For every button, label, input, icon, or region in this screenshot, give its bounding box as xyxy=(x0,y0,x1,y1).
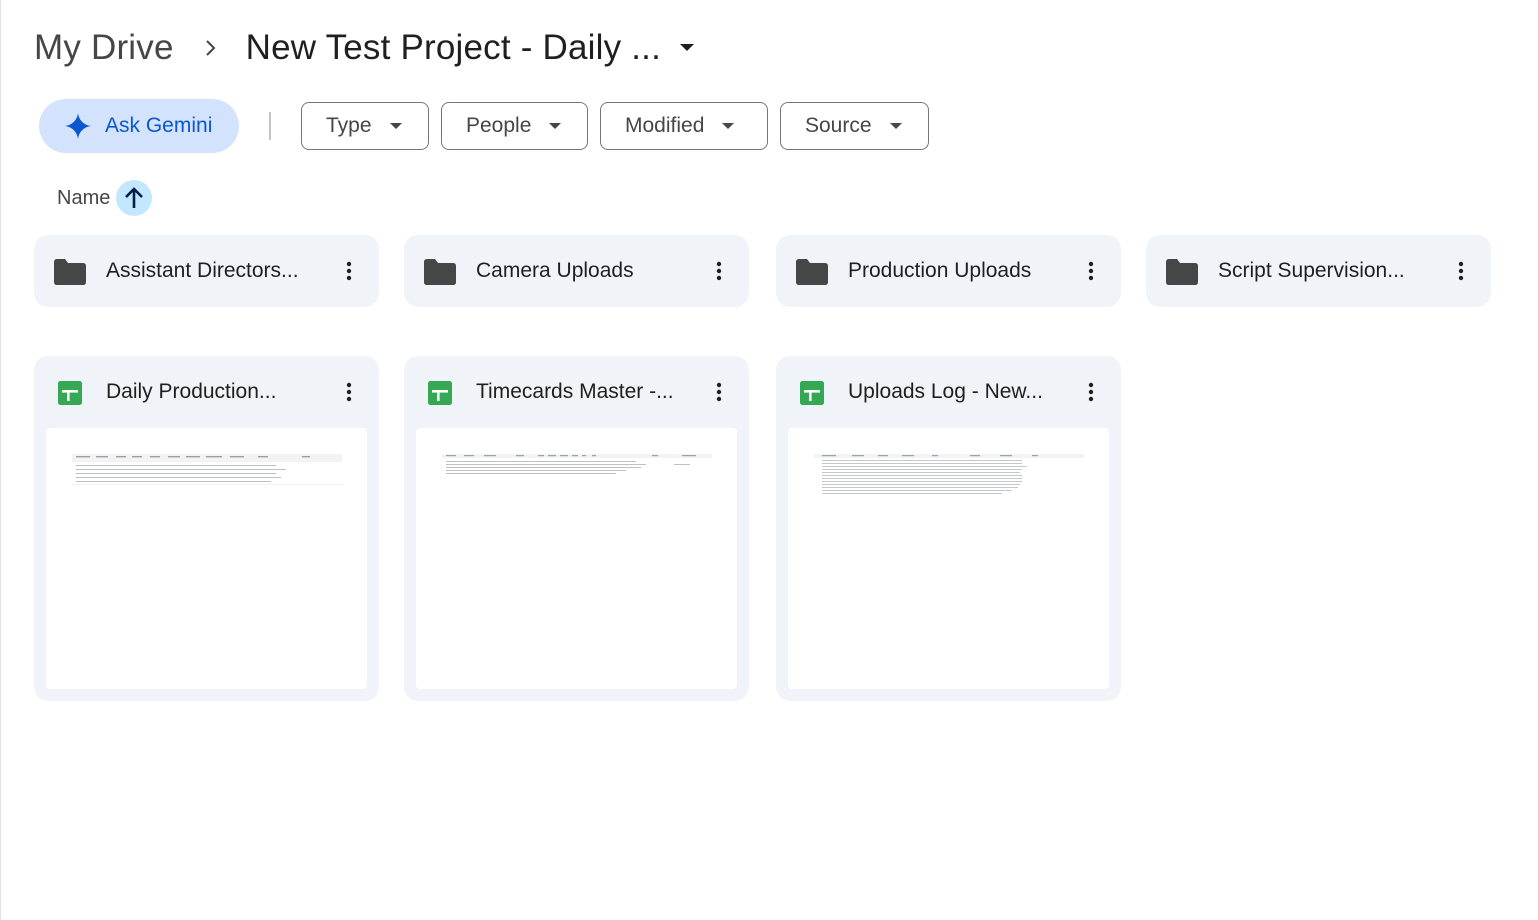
folder-icon xyxy=(424,259,456,285)
google-sheets-icon xyxy=(428,381,452,405)
google-sheets-icon xyxy=(58,381,82,405)
file-name: Uploads Log - New... xyxy=(848,380,1043,403)
folder-item[interactable]: Assistant Directors... xyxy=(34,235,379,307)
file-thumbnail xyxy=(788,428,1109,689)
more-options-icon[interactable] xyxy=(1075,372,1107,412)
caret-down-icon xyxy=(722,122,735,130)
breadcrumb-current-folder[interactable]: New Test Project - Daily ... xyxy=(246,28,695,68)
filter-source-label: Source xyxy=(805,114,872,137)
filter-divider xyxy=(269,112,271,140)
file-card-header: Uploads Log - New... xyxy=(776,356,1121,428)
sort-direction-button[interactable] xyxy=(116,180,153,216)
file-card-header: Daily Production... xyxy=(34,356,379,428)
file-name: Timecards Master -... xyxy=(476,380,674,403)
folder-item[interactable]: Production Uploads xyxy=(776,235,1121,307)
folder-item[interactable]: Camera Uploads xyxy=(404,235,749,307)
filter-people-label: People xyxy=(466,114,532,137)
sort-header: Name xyxy=(57,179,153,217)
file-card-header: Timecards Master -... xyxy=(404,356,749,428)
folder-name: Production Uploads xyxy=(848,259,1032,282)
left-divider xyxy=(0,0,1,920)
caret-down-icon xyxy=(679,43,695,53)
ask-gemini-label: Ask Gemini xyxy=(105,114,213,137)
spreadsheet-preview-image xyxy=(814,454,1084,494)
google-sheets-icon xyxy=(800,381,824,405)
file-card[interactable]: Timecards Master -... xyxy=(404,356,749,701)
filter-modified-label: Modified xyxy=(625,114,705,137)
more-options-icon[interactable] xyxy=(1445,251,1477,291)
breadcrumb: My Drive New Test Project - Daily ... xyxy=(34,24,695,72)
caret-down-icon xyxy=(549,122,562,130)
spreadsheet-preview-image xyxy=(442,454,712,474)
folder-icon xyxy=(1166,259,1198,285)
file-name: Daily Production... xyxy=(106,380,277,403)
chevron-right-icon xyxy=(204,38,218,58)
more-options-icon[interactable] xyxy=(1075,251,1107,291)
file-card[interactable]: Uploads Log - New... xyxy=(776,356,1121,701)
folder-name: Script Supervision... xyxy=(1218,259,1405,282)
more-options-icon[interactable] xyxy=(333,372,365,412)
filter-type-label: Type xyxy=(326,114,372,137)
filter-type-chip[interactable]: Type xyxy=(301,102,429,150)
folder-icon xyxy=(796,259,828,285)
caret-down-icon xyxy=(889,122,902,130)
caret-down-icon xyxy=(389,122,402,130)
more-options-icon[interactable] xyxy=(703,251,735,291)
file-thumbnail xyxy=(46,428,367,689)
arrow-up-icon xyxy=(124,187,144,209)
filter-people-chip[interactable]: People xyxy=(441,102,588,150)
filter-source-chip[interactable]: Source xyxy=(780,102,929,150)
spreadsheet-preview-image xyxy=(72,454,342,485)
more-options-icon[interactable] xyxy=(703,372,735,412)
filter-bar: Ask Gemini Type People Modified Source xyxy=(39,99,941,153)
filter-modified-chip[interactable]: Modified xyxy=(600,102,768,150)
more-options-icon[interactable] xyxy=(333,251,365,291)
file-thumbnail xyxy=(416,428,737,689)
current-folder-title: New Test Project - Daily ... xyxy=(245,28,662,67)
folder-icon xyxy=(54,259,86,285)
gemini-sparkle-icon xyxy=(65,113,91,139)
folder-name: Assistant Directors... xyxy=(106,259,299,282)
file-card[interactable]: Daily Production... xyxy=(34,356,379,701)
folder-item[interactable]: Script Supervision... xyxy=(1146,235,1491,307)
sort-by-name-label[interactable]: Name xyxy=(57,187,110,210)
breadcrumb-my-drive[interactable]: My Drive xyxy=(34,28,174,68)
ask-gemini-button[interactable]: Ask Gemini xyxy=(39,99,239,153)
folder-name: Camera Uploads xyxy=(476,259,634,282)
